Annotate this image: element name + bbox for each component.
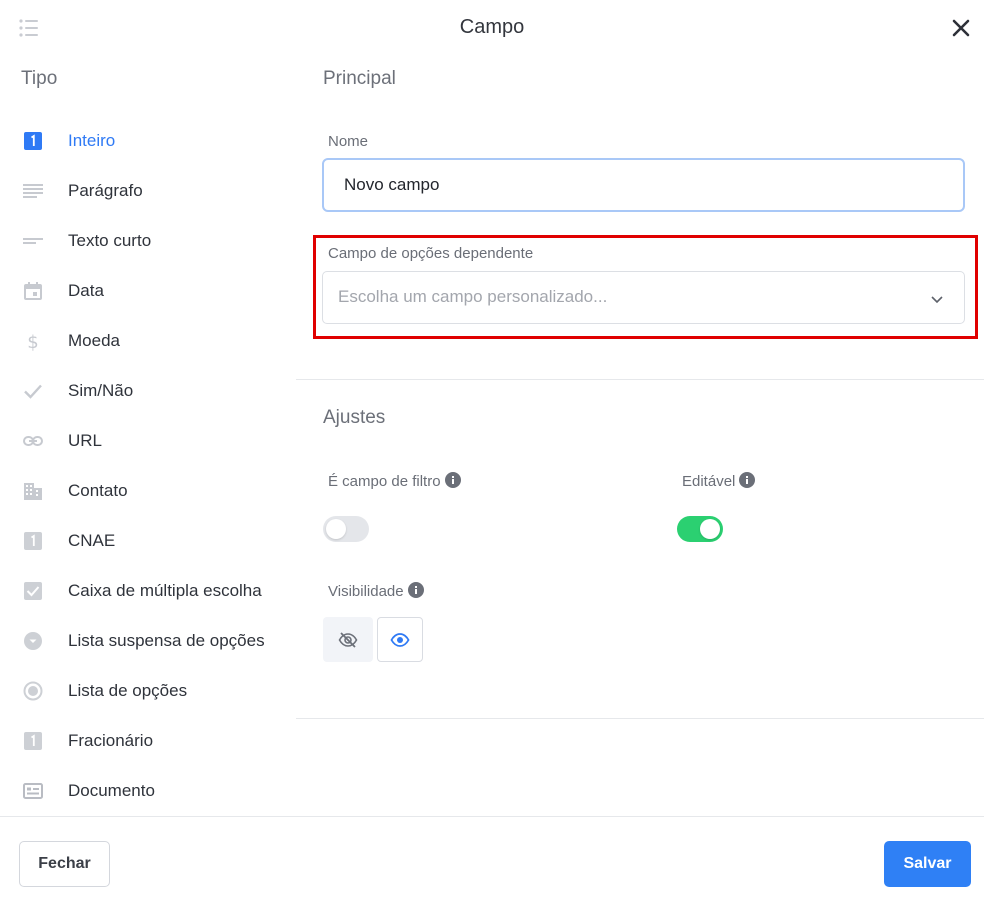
type-sidebar: Tipo Inteiro Parágrafo Texto curto Data … [0, 56, 296, 816]
type-label: Sim/Não [68, 381, 134, 400]
type-item-fracionario[interactable]: Fracionário [0, 716, 296, 766]
paragraph-icon [23, 184, 43, 198]
visibility-segmented-control [323, 617, 423, 662]
filter-field-label: É campo de filtro [328, 472, 461, 490]
type-label: Moeda [68, 331, 120, 350]
type-label: CNAE [68, 531, 116, 550]
short-text-icon [23, 238, 43, 244]
dollar-icon: $ [27, 332, 38, 351]
type-item-inteiro[interactable]: Inteiro [0, 116, 296, 166]
editable-toggle[interactable] [677, 516, 723, 542]
type-item-cnae[interactable]: CNAE [0, 516, 296, 566]
visibility-label: Visibilidade [328, 582, 424, 600]
select-placeholder: Escolha um campo personalizado... [338, 287, 608, 306]
checkbox-icon [24, 582, 42, 600]
section-divider [296, 379, 984, 380]
type-label: Texto curto [68, 231, 152, 250]
type-item-moeda[interactable]: $ Moeda [0, 316, 296, 366]
visibility-hidden-button[interactable] [323, 617, 373, 662]
type-item-sim-nao[interactable]: Sim/Não [0, 366, 296, 416]
chevron-down-icon [931, 296, 943, 304]
modal-footer: Fechar Salvar [0, 816, 984, 906]
type-item-documento[interactable]: Documento [0, 766, 296, 816]
type-label: Caixa de múltipla escolha [68, 581, 262, 600]
visibility-visible-button[interactable] [377, 617, 423, 662]
type-label: Data [68, 281, 104, 300]
type-label: Lista de opções [68, 681, 188, 700]
radio-icon [23, 681, 43, 701]
type-label: Contato [68, 481, 128, 500]
type-label: Lista suspensa de opções [68, 631, 265, 650]
visibility-text: Visibilidade [328, 583, 404, 600]
type-label: Inteiro [68, 131, 116, 150]
section-divider [296, 718, 984, 719]
info-icon[interactable] [407, 582, 424, 598]
name-input[interactable] [322, 158, 965, 212]
info-icon[interactable] [444, 472, 461, 488]
link-icon [23, 436, 43, 446]
type-item-contato[interactable]: Contato [0, 466, 296, 516]
dropdown-circle-icon [24, 632, 42, 650]
svg-text:$: $ [27, 332, 38, 351]
type-item-paragrafo[interactable]: Parágrafo [0, 166, 296, 216]
modal-header: Campo [0, 0, 984, 56]
type-item-texto-curto[interactable]: Texto curto [0, 216, 296, 266]
section-title-principal: Principal [323, 68, 396, 89]
field-settings-panel: Principal Nome Campo de opções dependent… [296, 56, 984, 816]
section-title-ajustes: Ajustes [323, 407, 386, 428]
dependent-field-label: Campo de opções dependente [328, 245, 534, 262]
name-label: Nome [328, 133, 369, 150]
close-icon[interactable] [949, 16, 973, 40]
toggle-knob [700, 519, 720, 539]
calendar-icon [24, 282, 42, 300]
close-button[interactable]: Fechar [19, 841, 110, 887]
editable-label: Editável [682, 472, 756, 490]
integer-icon [24, 532, 42, 550]
type-label: URL [68, 431, 103, 450]
type-item-caixa-multipla[interactable]: Caixa de múltipla escolha [0, 566, 296, 616]
editable-text: Editável [682, 473, 736, 490]
type-item-lista-suspensa[interactable]: Lista suspensa de opções [0, 616, 296, 666]
type-label: Documento [68, 781, 155, 800]
filter-field-text: É campo de filtro [328, 473, 441, 490]
filter-toggle[interactable] [323, 516, 369, 542]
eye-off-icon [338, 631, 358, 648]
type-label: Fracionário [68, 731, 154, 750]
sidebar-heading: Tipo [21, 68, 58, 89]
type-item-url[interactable]: URL [0, 416, 296, 466]
id-card-icon [23, 783, 43, 799]
toggle-knob [326, 519, 346, 539]
eye-icon [390, 632, 410, 647]
modal-title: Campo [459, 16, 525, 38]
check-icon [24, 384, 42, 399]
type-item-data[interactable]: Data [0, 266, 296, 316]
dependent-field-select[interactable]: Escolha um campo personalizado... [322, 271, 965, 324]
info-icon[interactable] [739, 472, 756, 488]
building-icon [24, 483, 42, 500]
type-label: Parágrafo [68, 181, 143, 200]
type-list: Inteiro Parágrafo Texto curto Data $ Moe… [0, 116, 296, 816]
integer-icon [24, 132, 42, 150]
save-button[interactable]: Salvar [884, 841, 971, 887]
type-item-lista-opcoes[interactable]: Lista de opções [0, 666, 296, 716]
integer-icon [24, 732, 42, 750]
